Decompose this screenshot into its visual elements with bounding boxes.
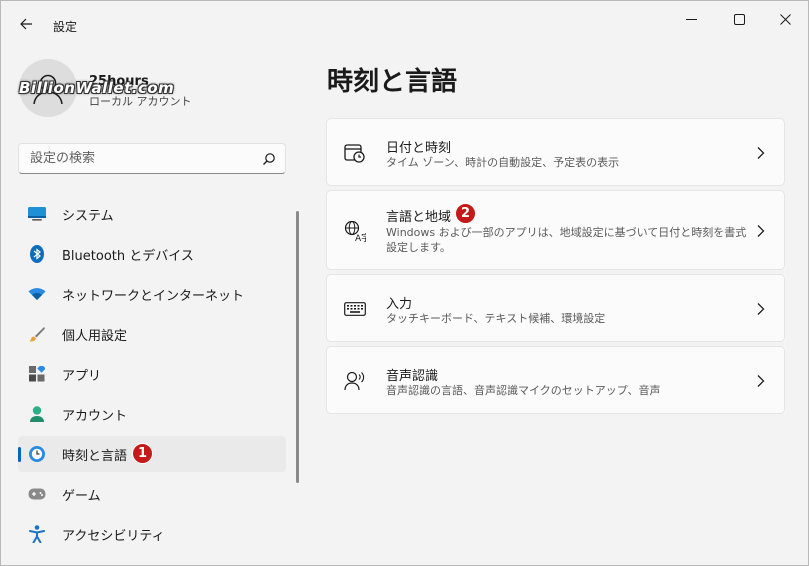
watermark: BillionWallet.com	[19, 79, 175, 97]
card-description: 音声認識の言語、音声認識マイクのセットアップ、音声	[386, 384, 661, 397]
svg-text:A字: A字	[355, 232, 366, 242]
maximize-button[interactable]	[716, 7, 762, 31]
sidebar-item-bluetooth[interactable]: Bluetooth とデバイス	[18, 236, 286, 272]
apps-icon	[28, 365, 46, 383]
speech-icon	[344, 370, 366, 392]
wifi-icon	[28, 285, 46, 303]
chevron-right-icon	[757, 303, 765, 315]
chevron-right-icon	[757, 225, 765, 237]
card-description: タッチキーボード、テキスト候補、環境設定	[386, 312, 606, 325]
step-badge: 1	[132, 443, 153, 464]
search-input[interactable]	[30, 151, 250, 166]
time-language-icon	[28, 445, 46, 463]
title-bar: 設定	[1, 1, 808, 49]
card-title: 音声認識	[386, 369, 439, 384]
sidebar-item-label: アクセシビリティ	[62, 528, 165, 544]
speech-card[interactable]: 音声認識 音声認識の言語、音声認識マイクのセットアップ、音声	[326, 346, 785, 414]
sidebar-item-label: Bluetooth とデバイス	[62, 248, 194, 264]
sidebar-item-label: 時刻と言語	[62, 448, 128, 464]
search-icon[interactable]	[262, 152, 276, 166]
chevron-right-icon	[757, 147, 765, 159]
account-icon	[28, 405, 46, 423]
chevron-right-icon	[757, 375, 765, 387]
sidebar-item-accessibility[interactable]: アクセシビリティ	[18, 516, 286, 552]
sidebar-item-gaming[interactable]: ゲーム	[18, 476, 286, 512]
card-description: タイム ゾーン、時計の自動設定、予定表の表示	[386, 156, 620, 169]
back-button[interactable]	[13, 11, 39, 37]
card-title: 日付と時刻	[386, 141, 452, 156]
sidebar-item-time-language[interactable]: 時刻と言語 1	[18, 436, 286, 472]
sidebar-item-system[interactable]: システム	[18, 196, 286, 232]
accessibility-icon	[28, 525, 46, 543]
page-title: 時刻と言語	[327, 67, 458, 97]
keyboard-icon	[344, 298, 366, 320]
card-description: Windows および一部のアプリは、地域設定に基づいて日付と時刻を書式	[386, 226, 747, 239]
close-button[interactable]	[762, 7, 808, 31]
calendar-clock-icon	[344, 142, 366, 164]
sidebar-item-label: アカウント	[62, 408, 128, 424]
system-display-icon	[28, 205, 46, 223]
sidebar-item-label: アプリ	[62, 368, 102, 384]
card-title: 入力	[386, 297, 413, 312]
card-title: 言語と地域	[386, 210, 452, 225]
paintbrush-icon	[28, 325, 46, 343]
sidebar-item-accounts[interactable]: アカウント	[18, 396, 286, 432]
language-region-card[interactable]: A字 言語と地域 2 Windows および一部のアプリは、地域設定に基づいて日…	[326, 190, 785, 270]
sidebar-item-apps[interactable]: アプリ	[18, 356, 286, 392]
sidebar-item-label: ゲーム	[62, 488, 101, 504]
sidebar-item-label: システム	[62, 208, 114, 224]
date-time-card[interactable]: 日付と時刻 タイム ゾーン、時計の自動設定、予定表の表示	[326, 118, 785, 186]
sidebar-scrollbar[interactable]	[296, 211, 299, 483]
search-box[interactable]	[18, 143, 286, 174]
minimize-icon	[685, 18, 697, 20]
back-arrow-icon	[20, 18, 32, 30]
sidebar-item-label: ネットワークとインターネット	[62, 288, 245, 304]
sidebar-item-network[interactable]: ネットワークとインターネット	[18, 276, 286, 312]
step-badge: 2	[455, 203, 476, 224]
gamepad-icon	[28, 485, 46, 503]
language-region-icon: A字	[344, 220, 366, 242]
sidebar-nav: システム Bluetooth とデバイス ネットワークとインターネット 個人用設…	[18, 196, 286, 556]
minimize-button[interactable]	[668, 7, 714, 31]
app-title: 設定	[53, 20, 78, 34]
close-icon	[779, 13, 791, 25]
card-description-line2: 設定します。	[386, 241, 451, 254]
maximize-icon	[733, 13, 745, 25]
bluetooth-icon	[28, 245, 46, 263]
sidebar-item-personalization[interactable]: 個人用設定	[18, 316, 286, 352]
input-card[interactable]: 入力 タッチキーボード、テキスト候補、環境設定	[326, 274, 785, 342]
sidebar-item-label: 個人用設定	[62, 328, 128, 344]
